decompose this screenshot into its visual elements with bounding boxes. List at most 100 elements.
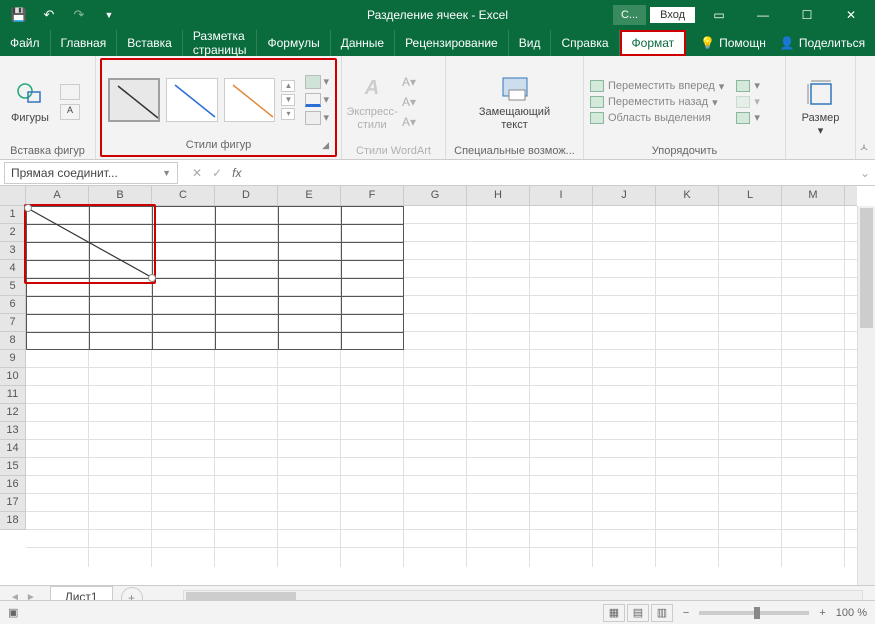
row-header[interactable]: 6: [0, 296, 25, 314]
edit-shape-icon[interactable]: [60, 84, 80, 100]
formula-input[interactable]: [251, 162, 855, 184]
share-button[interactable]: 👤Поделиться: [780, 36, 865, 50]
expand-formula-bar-icon[interactable]: ⌄: [855, 166, 875, 180]
col-header[interactable]: C: [152, 186, 215, 205]
row-header[interactable]: 5: [0, 278, 25, 296]
tab-formulas[interactable]: Формулы: [257, 30, 330, 56]
cancel-formula-icon[interactable]: ✕: [192, 166, 202, 180]
qat-customize-icon[interactable]: ▼: [96, 2, 122, 28]
shape-fill-button[interactable]: ▾: [305, 75, 329, 89]
tab-data[interactable]: Данные: [331, 30, 395, 56]
send-backward-button[interactable]: Переместить назад ▾: [590, 96, 724, 109]
col-header[interactable]: A: [26, 186, 89, 205]
row-header[interactable]: 18: [0, 512, 25, 530]
row-header[interactable]: 16: [0, 476, 25, 494]
row-header[interactable]: 13: [0, 422, 25, 440]
style-thumb-1[interactable]: [108, 78, 160, 122]
row-header[interactable]: 15: [0, 458, 25, 476]
select-all-button[interactable]: [0, 186, 26, 206]
row-header[interactable]: 2: [0, 224, 25, 242]
alt-text-button[interactable]: Замещающий текст: [475, 72, 555, 130]
insert-function-icon[interactable]: fx: [232, 166, 241, 180]
vertical-scrollbar[interactable]: [857, 206, 875, 585]
row-header[interactable]: 4: [0, 260, 25, 278]
group-button: ▾: [736, 95, 760, 108]
name-box[interactable]: Прямая соединит... ▼: [4, 162, 178, 184]
bring-forward-button[interactable]: Переместить вперед ▾: [590, 80, 724, 93]
tab-help[interactable]: Справка: [551, 30, 619, 56]
name-box-dropdown-icon[interactable]: ▼: [162, 168, 171, 178]
tab-home[interactable]: Главная: [51, 30, 118, 56]
row-header[interactable]: 10: [0, 368, 25, 386]
style-thumb-2[interactable]: [166, 78, 218, 122]
tab-review[interactable]: Рецензирование: [395, 30, 509, 56]
undo-icon[interactable]: ↶: [36, 2, 62, 28]
row-header[interactable]: 3: [0, 242, 25, 260]
ribbon-options-icon[interactable]: ▭: [699, 1, 739, 29]
tab-insert[interactable]: Вставка: [117, 30, 183, 56]
col-header[interactable]: L: [719, 186, 782, 205]
rotate-button[interactable]: ▾: [736, 111, 760, 124]
col-header[interactable]: J: [593, 186, 656, 205]
tab-format[interactable]: Формат: [620, 30, 687, 56]
redo-icon[interactable]: ↷: [66, 2, 92, 28]
zoom-level[interactable]: 100 %: [836, 607, 867, 619]
style-thumb-3[interactable]: [224, 78, 276, 122]
group-shape-styles: Стили фигур◢: [108, 135, 329, 151]
gallery-scroll-down-icon[interactable]: ▼: [281, 94, 295, 106]
zoom-in-icon[interactable]: +: [819, 607, 825, 619]
normal-view-icon[interactable]: ▦: [603, 604, 625, 622]
row-header[interactable]: 12: [0, 404, 25, 422]
align-button[interactable]: ▾: [736, 79, 760, 92]
zoom-out-icon[interactable]: −: [683, 607, 689, 619]
shape-effects-button[interactable]: ▾: [305, 111, 329, 125]
row-header[interactable]: 8: [0, 332, 25, 350]
gallery-scroll-up-icon[interactable]: ▲: [281, 80, 295, 92]
shape-handle-start[interactable]: [24, 204, 32, 212]
col-header[interactable]: H: [467, 186, 530, 205]
shapes-button[interactable]: Фигуры: [6, 78, 54, 124]
shape-handle-end[interactable]: [148, 274, 156, 282]
save-icon[interactable]: 💾: [6, 2, 32, 28]
zoom-slider[interactable]: [699, 611, 809, 615]
row-header[interactable]: 9: [0, 350, 25, 368]
col-header[interactable]: F: [341, 186, 404, 205]
selection-pane-button[interactable]: Область выделения: [590, 112, 724, 124]
size-button[interactable]: Размер▾: [797, 78, 845, 136]
cells-area[interactable]: [26, 206, 857, 567]
row-header[interactable]: 14: [0, 440, 25, 458]
col-header[interactable]: M: [782, 186, 845, 205]
row-header[interactable]: 11: [0, 386, 25, 404]
status-bar: ▣ ▦ ▤ ▥ − + 100 %: [0, 600, 875, 624]
confirm-formula-icon[interactable]: ✓: [212, 166, 222, 180]
shape-outline-button[interactable]: ▾: [305, 93, 329, 107]
minimize-icon[interactable]: —: [743, 1, 783, 29]
col-header[interactable]: I: [530, 186, 593, 205]
title-bar: 💾 ↶ ↷ ▼ Разделение ячеек - Excel С... Вх…: [0, 0, 875, 30]
text-box-icon[interactable]: A: [60, 104, 80, 120]
record-macro-icon[interactable]: ▣: [8, 606, 18, 619]
collapse-ribbon-icon[interactable]: ㅅ: [859, 139, 869, 155]
login-button[interactable]: Вход: [650, 7, 695, 23]
diagonal-line-shape[interactable]: [27, 207, 153, 279]
col-header[interactable]: E: [278, 186, 341, 205]
page-layout-view-icon[interactable]: ▤: [627, 604, 649, 622]
tab-file[interactable]: Файл: [0, 30, 51, 56]
tab-page-layout[interactable]: Разметка страницы: [183, 30, 258, 56]
page-break-view-icon[interactable]: ▥: [651, 604, 673, 622]
maximize-icon[interactable]: ☐: [787, 1, 827, 29]
row-header[interactable]: 7: [0, 314, 25, 332]
tell-me[interactable]: 💡Помощн: [700, 36, 766, 50]
close-icon[interactable]: ✕: [831, 1, 871, 29]
tab-view[interactable]: Вид: [509, 30, 552, 56]
gallery-more-icon[interactable]: ▾: [281, 108, 295, 120]
col-header[interactable]: K: [656, 186, 719, 205]
row-header[interactable]: 17: [0, 494, 25, 512]
shape-styles-launcher-icon[interactable]: ◢: [322, 140, 329, 151]
group-arrange: Упорядочить: [590, 143, 779, 157]
col-header[interactable]: D: [215, 186, 278, 205]
group-wordart: Стили WordArt: [348, 143, 439, 157]
col-header[interactable]: G: [404, 186, 467, 205]
row-header[interactable]: 1: [0, 206, 25, 224]
col-header[interactable]: B: [89, 186, 152, 205]
